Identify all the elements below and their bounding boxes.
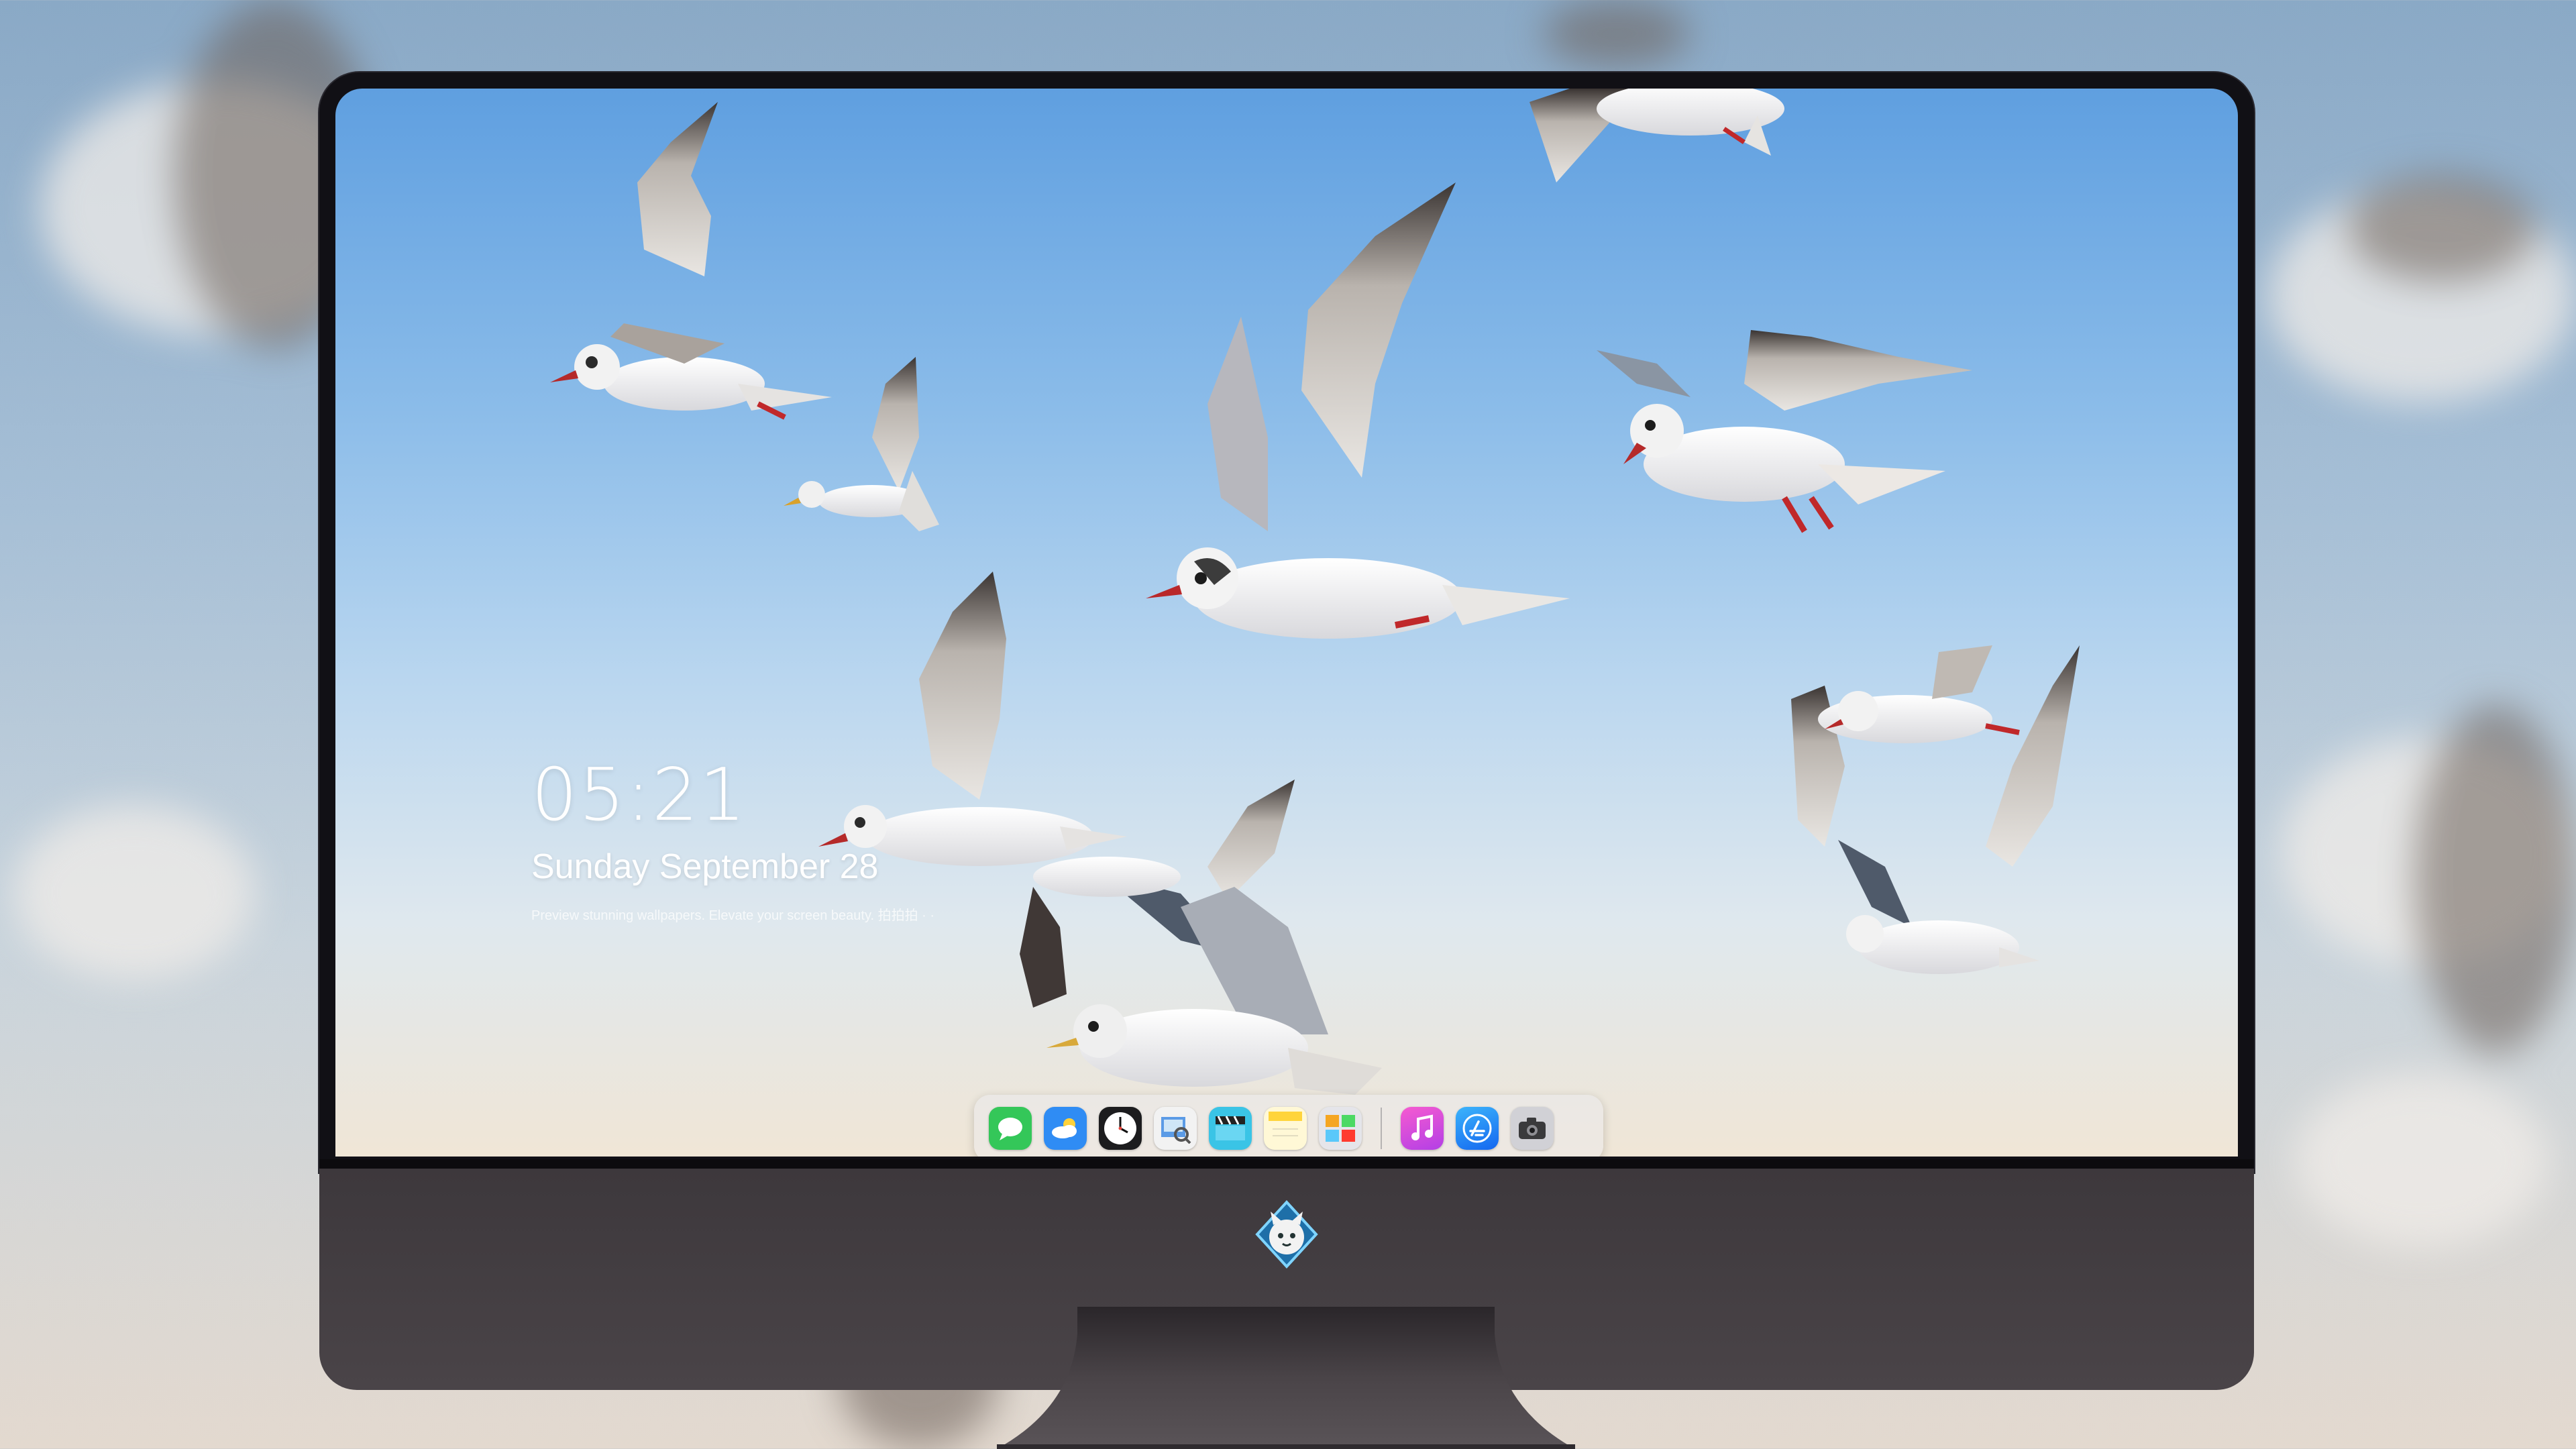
notes-icon[interactable] — [1264, 1107, 1307, 1150]
lockscreen-clock: 05:21 Sunday September 28 Preview stunni… — [531, 759, 934, 924]
clock-time: 05:21 — [531, 753, 747, 837]
clock-icon[interactable] — [1099, 1107, 1142, 1150]
clock-date: Sunday September 28 — [531, 847, 879, 886]
monitor-stand — [997, 1307, 1575, 1449]
preview-icon[interactable] — [1154, 1107, 1197, 1150]
monitor-bezel: 05:21 Sunday September 28 Preview stunni… — [319, 72, 2254, 1173]
seagull — [1146, 182, 1570, 639]
seagull — [1529, 89, 1784, 182]
app-store-icon[interactable] — [1456, 1107, 1499, 1150]
lock-screen: 05:21 Sunday September 28 Preview stunni… — [335, 89, 2238, 1157]
photo-booth-icon[interactable] — [1319, 1107, 1362, 1150]
seagull — [1597, 330, 1972, 533]
dock-separator — [1381, 1108, 1382, 1149]
fox-mascot-logo-icon — [1252, 1199, 1322, 1269]
clips-icon[interactable] — [1209, 1107, 1252, 1150]
camera-icon[interactable] — [1511, 1107, 1554, 1150]
seagull — [550, 102, 832, 420]
music-icon[interactable] — [1401, 1107, 1444, 1150]
imac-monitor: 05:21 Sunday September 28 Preview stunni… — [319, 72, 2254, 1449]
seagull-wallpaper — [550, 89, 2080, 1095]
seagull — [1791, 645, 2080, 974]
seagull — [784, 357, 939, 531]
messages-icon[interactable] — [989, 1107, 1032, 1150]
weather-icon[interactable] — [1044, 1107, 1087, 1150]
wallpaper-caption: Preview stunning wallpapers. Elevate you… — [531, 908, 935, 923]
dock — [974, 1095, 1603, 1157]
